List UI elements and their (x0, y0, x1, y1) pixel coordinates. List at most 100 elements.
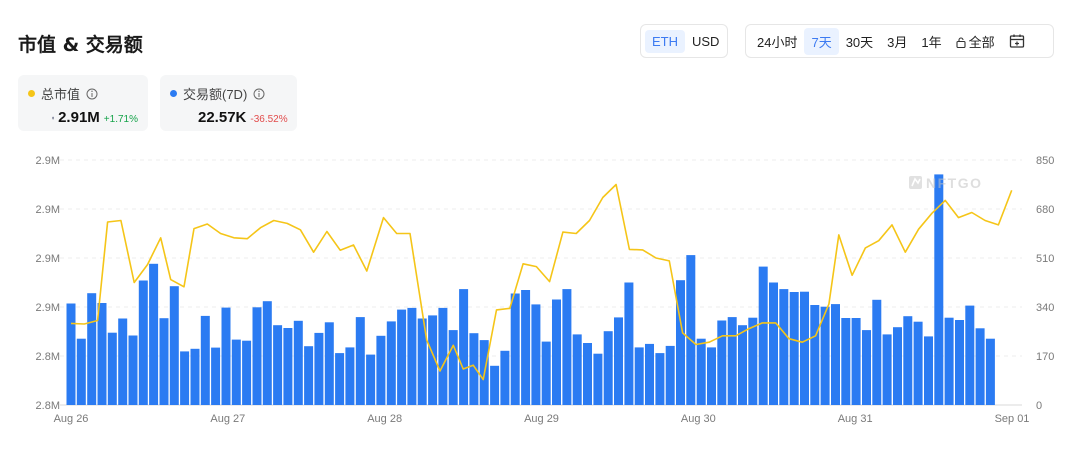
volume-bar (955, 320, 964, 405)
volume-bar (242, 340, 252, 405)
volume-bar (758, 266, 768, 405)
x-axis-labels: Aug 26 Aug 27 Aug 28 Aug 29 Aug 30 Aug 31 Sep … (54, 413, 1030, 425)
volume-bar (913, 321, 923, 405)
left-axis-tick: 2.9M (36, 253, 60, 265)
volume-bar (882, 334, 892, 405)
range-all-label: 全部 (968, 34, 995, 50)
volume-bar (118, 318, 128, 405)
left-axis-tick: 2.9M (36, 302, 60, 314)
chart-svg: 2.8M 2.8M 2.9M 2.9M 2.9M 2.9M 0 170 340 510 680 85… (36, 155, 1055, 425)
volume-bar (903, 316, 913, 405)
market-cap-legend-dot (28, 90, 35, 97)
volume-bar (469, 333, 479, 405)
volume-bar (510, 293, 520, 405)
market-cap-card: 总市值 2.91M +1.71% (18, 75, 148, 131)
volume-bar (893, 327, 902, 405)
nftgo-logo-icon (909, 176, 922, 189)
volume-bar (107, 332, 117, 405)
market-cap-volume-chart: 2.8M 2.8M 2.9M 2.9M 2.9M 2.9M 0 170 340 510 680 85… (0, 145, 1080, 445)
market-cap-value: 2.91M (58, 109, 100, 126)
volume-bar (407, 307, 417, 405)
volume-bar (810, 305, 820, 405)
volume-bar (593, 353, 603, 405)
volume-bar (355, 317, 365, 405)
volume-bar (200, 315, 210, 405)
right-axis-tick: 340 (1036, 302, 1054, 314)
lock-icon (956, 36, 966, 48)
volume-bar (138, 280, 148, 405)
range-1y-button[interactable]: 1年 (914, 28, 948, 55)
market-cap-change: +1.71% (103, 114, 138, 125)
right-axis-tick: 510 (1036, 253, 1054, 265)
left-axis-tick: 2.8M (36, 351, 60, 363)
volume-bar (944, 317, 954, 405)
volume-bar (789, 292, 799, 405)
volume-bar (924, 336, 933, 405)
calendar-button[interactable] (1002, 29, 1032, 53)
right-axis-labels: 0 170 340 510 680 850 (1036, 155, 1054, 412)
volume-bar (717, 320, 727, 405)
volume-bar (841, 318, 851, 405)
volume-bar (985, 338, 995, 405)
volume-bar (872, 299, 882, 405)
volume-bar (541, 341, 551, 405)
volume-bar (965, 305, 975, 405)
volume-card: 交易额(7D) 22.57K -36.52% (160, 75, 297, 131)
volume-bar (273, 325, 283, 405)
range-3m-button[interactable]: 3月 (880, 28, 914, 55)
volume-bar (490, 365, 500, 405)
range-all-button[interactable]: 全部 (949, 28, 1002, 55)
volume-bar (221, 307, 231, 405)
volume-bar (634, 347, 644, 405)
volume-bar (180, 351, 190, 405)
eth-icon (52, 115, 55, 120)
volume-bar (314, 332, 324, 405)
left-axis-tick: 2.9M (36, 155, 60, 167)
range-7d-button[interactable]: 7天 (804, 27, 839, 55)
volume-bar (727, 317, 737, 405)
volume-bar (738, 325, 747, 405)
volume-bar (438, 307, 448, 405)
volume-bar (614, 317, 623, 405)
volume-bar (87, 293, 97, 405)
nftgo-watermark: NFTGO (909, 175, 981, 191)
volume-bar (645, 343, 654, 405)
volume-bar (304, 346, 314, 405)
volume-bar (562, 289, 572, 405)
range-toggle: 24小时 7天 30天 3月 1年 全部 (745, 24, 1054, 58)
right-axis-tick: 170 (1036, 351, 1054, 363)
volume-bar (293, 320, 303, 405)
volume-bar (552, 299, 561, 405)
volume-bar (159, 318, 169, 405)
volume-bar (397, 309, 407, 405)
x-axis-tick: Aug 26 (54, 413, 89, 425)
range-24h-button[interactable]: 24小时 (750, 28, 804, 55)
volume-bar (655, 353, 665, 405)
volume-bar (975, 328, 985, 405)
volume-bar (459, 289, 469, 405)
volume-bar (128, 335, 138, 405)
volume-bar (779, 289, 789, 405)
volume-bar (169, 286, 179, 405)
left-axis-tick: 2.8M (36, 400, 60, 412)
info-icon[interactable] (86, 88, 98, 100)
currency-usd-button[interactable]: USD (685, 30, 726, 53)
volume-bar (769, 282, 778, 405)
info-icon[interactable] (253, 88, 265, 100)
volume-bar (376, 335, 386, 405)
volume-bar (262, 301, 272, 405)
volume-bar (149, 263, 159, 405)
right-axis-tick: 0 (1036, 400, 1042, 412)
currency-eth-button[interactable]: ETH (645, 29, 685, 53)
volume-bar (283, 328, 293, 405)
right-axis-tick: 680 (1036, 204, 1054, 216)
range-30d-button[interactable]: 30天 (839, 28, 880, 55)
calendar-icon (1009, 34, 1024, 48)
volume-bar (231, 339, 241, 405)
volume-bar (748, 317, 758, 405)
left-axis-labels: 2.8M 2.8M 2.9M 2.9M 2.9M 2.9M (36, 155, 60, 412)
volume-bar (335, 353, 345, 405)
x-axis-tick: Aug 27 (210, 413, 245, 425)
volume-bar (531, 304, 541, 405)
volume-bar (190, 348, 200, 405)
